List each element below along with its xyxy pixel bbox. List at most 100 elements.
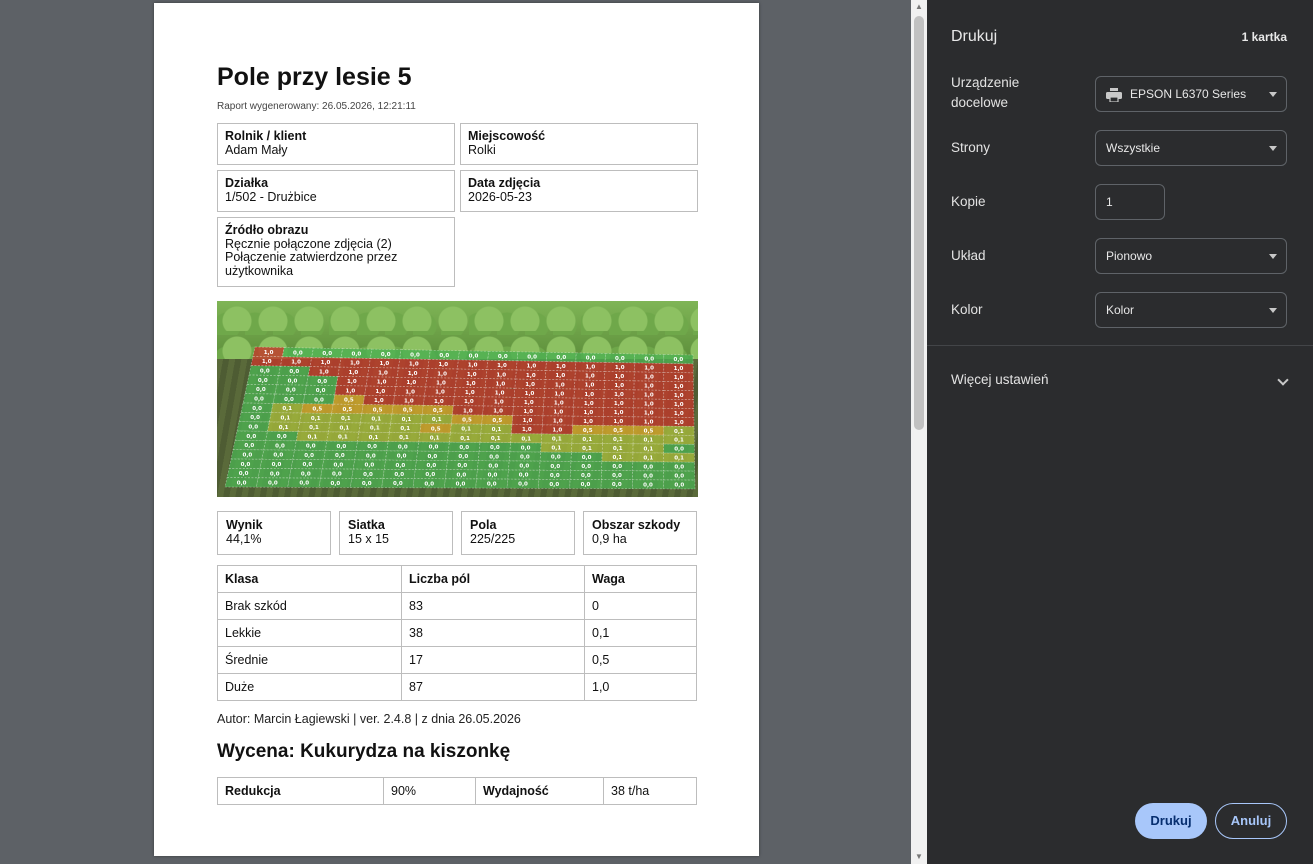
grid-cell-label: 1,0 [436, 381, 446, 387]
info-box-parcel: Działka 1/502 - Drużbice [217, 170, 455, 212]
sheet-count: 1 kartka [1241, 30, 1287, 44]
table-header: Liczba pól [401, 565, 585, 593]
grid-cell-label: 1,0 [615, 365, 625, 371]
grid-cell-label: 0,0 [551, 455, 561, 461]
grid-cell-label: 1,0 [497, 363, 507, 369]
grid-cell-label: 0,0 [301, 471, 311, 477]
grid-cell-label: 0,0 [425, 472, 435, 478]
grid-cell-label: 0,1 [674, 438, 684, 444]
grid-cell-label: 0,1 [279, 425, 289, 431]
grid-cell-label: 0,0 [252, 406, 262, 412]
grid-cell-label: 0,0 [288, 378, 298, 384]
chevron-down-icon[interactable] [1277, 374, 1289, 386]
grid-cell-label: 1,0 [615, 374, 625, 380]
grid-cell-label: 0,0 [674, 447, 684, 453]
grid-cell-label: 0,0 [520, 455, 530, 461]
grid-cell-label: 1,0 [496, 381, 506, 387]
grid-cell-label: 0,0 [489, 454, 499, 460]
grid-cell-label: 0,5 [373, 407, 383, 413]
grid-cell-label: 0,0 [582, 455, 592, 461]
grid-cell-label: 0,5 [403, 408, 413, 414]
grid-cell-label: 0,5 [462, 418, 472, 424]
grid-cell-label: 1,0 [525, 391, 535, 397]
scroll-up-arrow-icon[interactable]: ▲ [911, 0, 927, 14]
grid-cell-label: 0,0 [428, 454, 438, 460]
table-cell: Duże [217, 673, 402, 701]
pages-select[interactable]: Wszystkie [1095, 130, 1287, 166]
grid-cell-label: 0,0 [331, 481, 341, 487]
grid-cell-label: 0,0 [256, 387, 266, 393]
scroll-down-arrow-icon[interactable]: ▼ [911, 850, 927, 864]
grid-cell-label: 0,1 [370, 426, 380, 432]
grid-cell-label: 0,0 [549, 482, 559, 488]
grid-cell-label: 0,5 [431, 426, 441, 432]
stat-grid: Siatka 15 x 15 [339, 511, 453, 555]
grid-cell-label: 0,0 [527, 355, 537, 361]
grid-cell-label: 1,0 [554, 400, 564, 406]
grid-cell-label: 1,0 [526, 373, 536, 379]
scroll-thumb[interactable] [914, 16, 924, 430]
grid-cell-label: 1,0 [375, 389, 385, 395]
grid-cell-label: 0,0 [248, 425, 258, 431]
chevron-down-icon [1269, 146, 1277, 151]
grid-cell-label: 0,0 [612, 464, 622, 470]
grid-cell-label: 0,1 [582, 446, 592, 452]
grid-cell-label: 0,0 [381, 352, 391, 358]
grid-cell-label: 0,0 [284, 397, 294, 403]
damage-class-table: Klasa Liczba pól Waga Brak szkód 83 0 Le… [217, 565, 697, 701]
grid-cell-label: 1,0 [585, 365, 595, 371]
grid-cell-label: 1,0 [674, 384, 684, 390]
grid-cell-label: 1,0 [644, 393, 654, 399]
grid-cell-label: 0,1 [674, 429, 684, 435]
print-preview-area: Pole przy lesie 5 Raport wygenerowany: 2… [0, 0, 911, 864]
destination-select[interactable]: EPSON L6370 Series [1095, 76, 1287, 112]
grid-cell-label: 1,0 [556, 364, 566, 370]
grid-cell-label: 0,1 [341, 416, 351, 422]
grid-cell-label: 1,0 [349, 370, 359, 376]
preview-scrollbar[interactable]: ▲ ▼ [911, 0, 927, 864]
grid-cell-label: 0,1 [644, 446, 654, 452]
table-cell: 17 [401, 646, 585, 674]
copies-input[interactable] [1095, 184, 1165, 220]
grid-cell-label: 0,0 [643, 482, 653, 488]
grid-cell-label: 0,0 [519, 473, 529, 479]
grid-cell-label: 0,0 [366, 453, 376, 459]
grid-cell-label: 0,1 [552, 437, 562, 443]
grid-cell-label: 0,0 [268, 481, 278, 487]
grid-cell-label: 0,0 [277, 434, 287, 440]
cancel-button[interactable]: Anuluj [1215, 803, 1287, 839]
grid-cell-label: 0,0 [612, 473, 622, 479]
table-header: Waga [584, 565, 697, 593]
grid-cell-label: 0,0 [314, 397, 324, 403]
grid-cell-label: 0,0 [241, 462, 251, 468]
grid-cell-label: 0,5 [433, 408, 443, 414]
grid-cell-label: 0,0 [427, 463, 437, 469]
grid-cell-label: 0,1 [369, 435, 379, 441]
table-cell: Redukcja [217, 777, 384, 805]
grid-cell-label: 1,0 [674, 366, 684, 372]
grid-cell-label: 0,0 [488, 473, 498, 479]
grid-cell-label: 0,5 [644, 429, 654, 435]
grid-cell-label: 0,0 [581, 482, 591, 488]
grid-cell-label: 0,0 [396, 463, 406, 469]
grid-cell-label: 1,0 [319, 370, 329, 376]
grid-cell-label: 0,0 [469, 354, 479, 360]
grid-cell-label: 1,0 [435, 390, 445, 396]
grid-cell-label: 0,0 [521, 445, 531, 451]
grid-cell-label: 1,0 [644, 420, 654, 426]
grid-cell-label: 0,0 [674, 474, 684, 480]
table-cell: 38 [401, 619, 585, 647]
grid-cell-label: 0,0 [352, 352, 362, 358]
grid-cell-label: 0,0 [363, 472, 373, 478]
grid-cell-label: 0,0 [457, 463, 467, 469]
print-button[interactable]: Drukuj [1135, 803, 1207, 839]
grid-cell-label: 1,0 [467, 372, 477, 378]
grid-cell-label: 1,0 [346, 388, 356, 394]
grid-cell-label: 0,0 [410, 353, 420, 359]
color-select[interactable]: Kolor [1095, 292, 1287, 328]
grid-cell-label: 0,1 [551, 446, 561, 452]
grid-cell-label: 0,0 [365, 463, 375, 469]
more-settings-toggle[interactable]: Więcej ustawień [951, 372, 1049, 387]
layout-select[interactable]: Pionowo [1095, 238, 1287, 274]
grid-cell-label: 1,0 [674, 420, 684, 426]
